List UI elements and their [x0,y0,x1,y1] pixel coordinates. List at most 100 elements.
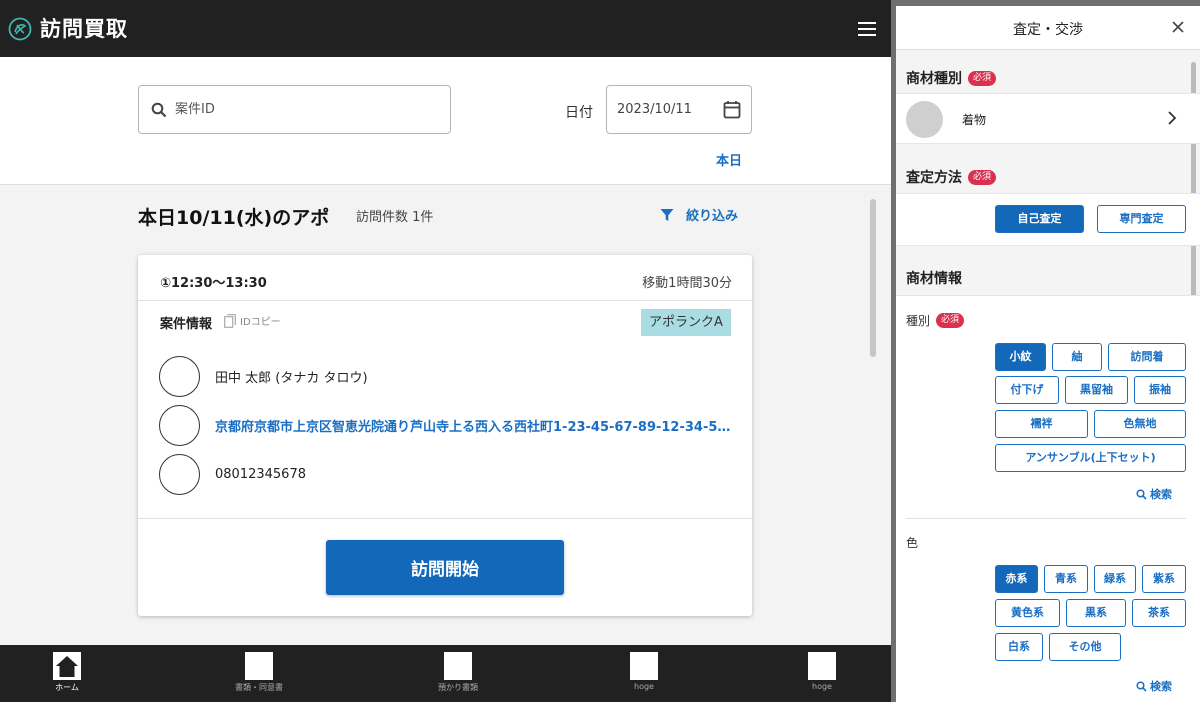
nav-home[interactable]: ホーム [22,652,112,693]
kind-search-label: 検索 [1150,488,1172,501]
kind-search-link[interactable]: 検索 [1136,486,1172,502]
search-icon [1136,680,1147,692]
visit-count: 訪問件数 1件 [356,210,434,225]
panel-title: 査定・交渉 [1013,22,1083,38]
card-divider [138,518,752,519]
kind-option[interactable]: 黒留袖 [1065,376,1128,404]
section-divider [906,518,1186,519]
customer-address-row: 京都府京都市上京区智恵光院通り芦山寺上る西入る西社町1-23-45-67-89-… [159,405,730,446]
color-option[interactable]: 赤系 [995,565,1038,593]
nav-home-label: ホーム [55,683,79,692]
phone-icon [159,454,200,495]
hoge-icon [630,652,658,680]
color-option[interactable]: 白系 [995,633,1043,661]
date-label: 日付 [565,105,593,121]
customer-name: 田中 太郎 (タナカ タロウ) [215,371,368,386]
bottom-navigation: ホーム 書類・同意書 預かり書類 hoge hoge [0,645,891,702]
color-option[interactable]: 黒系 [1066,599,1126,627]
close-icon[interactable] [1170,19,1186,35]
nav-documents[interactable]: 書類・同意書 [214,652,304,693]
search-icon [151,102,167,117]
nav-deposit-documents[interactable]: 預かり書類 [413,652,503,693]
color-option[interactable]: 緑系 [1094,565,1136,593]
kind-option[interactable]: アンサンブル(上下セット) [995,444,1186,472]
nav-hoge-1[interactable]: hoge [599,652,689,691]
method-block: 自己査定 専門査定 [896,193,1200,246]
expert-assessment-button[interactable]: 専門査定 [1097,205,1186,233]
required-badge: 必須 [968,169,997,185]
item-type-selector[interactable]: 着物 [896,93,1200,144]
copy-icon [224,313,236,328]
search-icon [1136,488,1147,500]
main-app: 訪問買取 日付 2023/10/11 本日 本日10/11(水)のアポ [0,0,891,702]
date-value: 2023/10/11 [617,102,692,117]
customer-phone-row: 08012345678 [159,454,306,495]
nav-hoge-1-label: hoge [634,682,654,691]
person-icon [159,356,200,397]
kind-option[interactable]: 振袖 [1134,376,1186,404]
nav-hoge-2-label: hoge [812,682,832,691]
kind-option[interactable]: 付下げ [995,376,1059,404]
item-type-value: 着物 [962,113,987,127]
documents-icon [245,652,273,680]
color-search-link[interactable]: 検索 [1136,678,1172,694]
item-type-section-title: 商材種別 必須 [906,68,997,88]
case-info-label: 案件情報 [160,317,213,332]
color-label-row: 色 [906,534,918,551]
method-title: 査定方法 [906,170,962,186]
kind-label-row: 種別 必須 [906,312,965,329]
calendar-icon[interactable] [723,100,741,119]
app-title: 訪問買取 [40,17,128,41]
logo-icon [8,17,32,41]
color-option[interactable]: 茶系 [1132,599,1186,627]
kind-option[interactable]: 襦袢 [995,410,1088,438]
customer-phone: 08012345678 [215,467,306,482]
top-bar: 訪問買取 [0,0,891,57]
start-visit-button[interactable]: 訪問開始 [326,540,564,595]
nav-documents-label: 書類・同意書 [235,683,283,692]
case-id-input[interactable] [175,102,415,117]
color-option[interactable]: その他 [1049,633,1121,661]
color-option[interactable]: 青系 [1044,565,1088,593]
method-section-title: 査定方法 必須 [906,167,997,187]
id-copy-label: IDコピー [240,317,281,328]
location-icon [159,405,200,446]
case-id-search[interactable] [138,85,451,134]
assessment-panel: 査定・交渉 商材種別 必須 着物 査定方法 必須 自己査定 専門査定 商材情報 … [896,6,1200,702]
nav-hoge-2[interactable]: hoge [777,652,867,691]
appointment-content: 本日10/11(水)のアポ 訪問件数 1件 絞り込み ①12:30〜13:30 … [0,185,891,645]
required-badge: 必須 [936,313,965,328]
hamburger-menu-icon[interactable] [858,22,876,36]
date-picker[interactable]: 2023/10/11 [606,85,752,134]
kind-option[interactable]: 小紋 [995,343,1046,371]
item-info-title: 商材情報 [906,271,962,287]
color-search-label: 検索 [1150,680,1172,693]
required-badge: 必須 [968,70,997,86]
home-icon [53,652,81,680]
item-info-block: 種別 必須 小紋 紬 訪問着 付下げ 黒留袖 振袖 襦袢 色無地 アンサンブル(… [896,295,1200,702]
today-link[interactable]: 本日 [716,150,742,169]
appointment-time: ①12:30〜13:30 [160,276,267,291]
search-area: 日付 2023/10/11 本日 [0,57,891,185]
kind-option[interactable]: 色無地 [1094,410,1186,438]
item-info-section-title: 商材情報 [906,268,962,288]
customer-address-link[interactable]: 京都府京都市上京区智恵光院通り芦山寺上る西入る西社町1-23-45-67-89-… [215,416,730,435]
deposit-documents-icon [444,652,472,680]
content-scrollbar[interactable] [870,199,876,357]
color-option[interactable]: 紫系 [1142,565,1186,593]
filter-label: 絞り込み [686,209,739,224]
self-assessment-button[interactable]: 自己査定 [995,205,1084,233]
filter-button[interactable]: 絞り込み [660,205,738,224]
id-copy-button[interactable]: IDコピー [224,313,281,328]
hoge-icon [808,652,836,680]
chevron-right-icon [1168,111,1177,125]
color-option[interactable]: 黄色系 [995,599,1060,627]
kind-label: 種別 [906,314,931,328]
kind-option[interactable]: 訪問着 [1108,343,1186,371]
customer-name-row: 田中 太郎 (タナカ タロウ) [159,356,368,397]
color-label: 色 [906,536,919,550]
filter-icon [660,208,674,221]
kind-option[interactable]: 紬 [1052,343,1102,371]
panel-header: 査定・交渉 [896,6,1200,50]
appointment-rank-badge: アポランクA [641,309,731,336]
